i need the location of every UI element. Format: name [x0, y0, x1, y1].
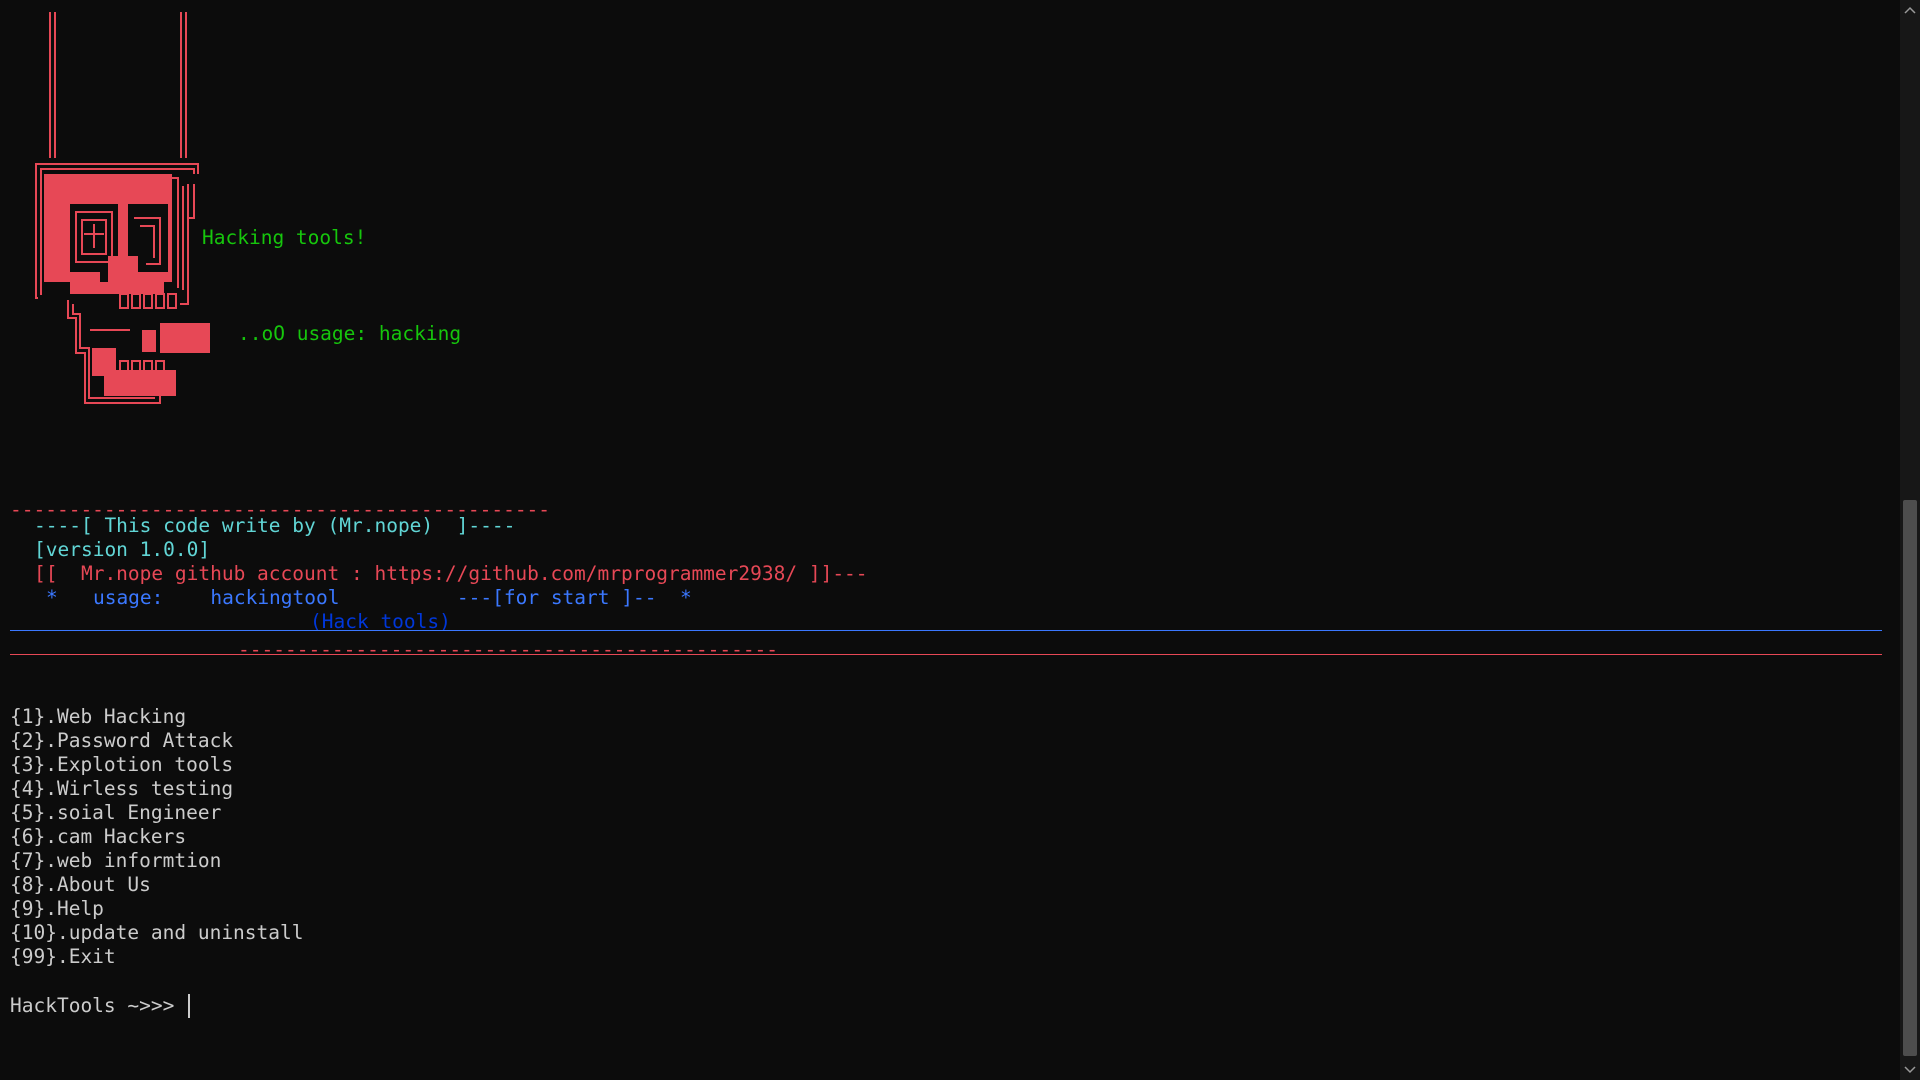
- menu-item-web-informtion: {7}.web informtion: [10, 849, 222, 872]
- divider-blue: [10, 630, 1882, 631]
- command-prompt[interactable]: HackTools ~>>>: [10, 994, 191, 1018]
- menu-item-wirless-testing: {4}.Wirless testing: [10, 777, 234, 800]
- menu-item-about-us: {8}.About Us: [10, 873, 151, 896]
- terminal-window[interactable]: Hacking tools! ..oO usage: hacking -----…: [0, 0, 1920, 1080]
- banner-tagline: Hacking tools!: [202, 226, 367, 249]
- divider-red: [10, 654, 1882, 655]
- credits-usage-line: * usage: hackingtool ---[for start ]-- *: [46, 586, 692, 609]
- credits-author-line: ----[ This code write by (Mr.nope) ]----: [34, 514, 516, 537]
- main-menu: {1}.Web Hacking {2}.Password Attack {3}.…: [10, 705, 304, 969]
- prompt-text: HackTools ~>>>: [10, 994, 187, 1017]
- chevron-down-icon: [1904, 1066, 1916, 1074]
- credits-version: [version 1.0.0]: [34, 538, 211, 561]
- credits-github-line: [[ Mr.nope github account : https://gith…: [34, 562, 868, 585]
- scroll-up-button[interactable]: [1900, 0, 1920, 20]
- menu-item-exit: {99}.Exit: [10, 945, 116, 968]
- menu-item-update-uninstall: {10}.update and uninstall: [10, 921, 304, 944]
- menu-item-password-attack: {2}.Password Attack: [10, 729, 234, 752]
- chevron-up-icon: [1904, 6, 1916, 14]
- credits-bottom-rule: ----------------------------------------…: [238, 638, 779, 661]
- menu-item-help: {9}.Help: [10, 897, 104, 920]
- scroll-down-button[interactable]: [1900, 1060, 1920, 1080]
- banner-usage-hint: ..oO usage: hacking: [238, 322, 462, 345]
- vertical-scrollbar[interactable]: [1900, 0, 1920, 1080]
- menu-item-explotion-tools: {3}.Explotion tools: [10, 753, 234, 776]
- skull-icon: [35, 12, 210, 404]
- text-cursor: [188, 994, 191, 1018]
- menu-item-web-hacking: {1}.Web Hacking: [10, 705, 187, 728]
- menu-item-soial-engineer: {5}.soial Engineer: [10, 801, 222, 824]
- menu-item-cam-hackers: {6}.cam Hackers: [10, 825, 187, 848]
- scrollbar-thumb[interactable]: [1903, 500, 1917, 1056]
